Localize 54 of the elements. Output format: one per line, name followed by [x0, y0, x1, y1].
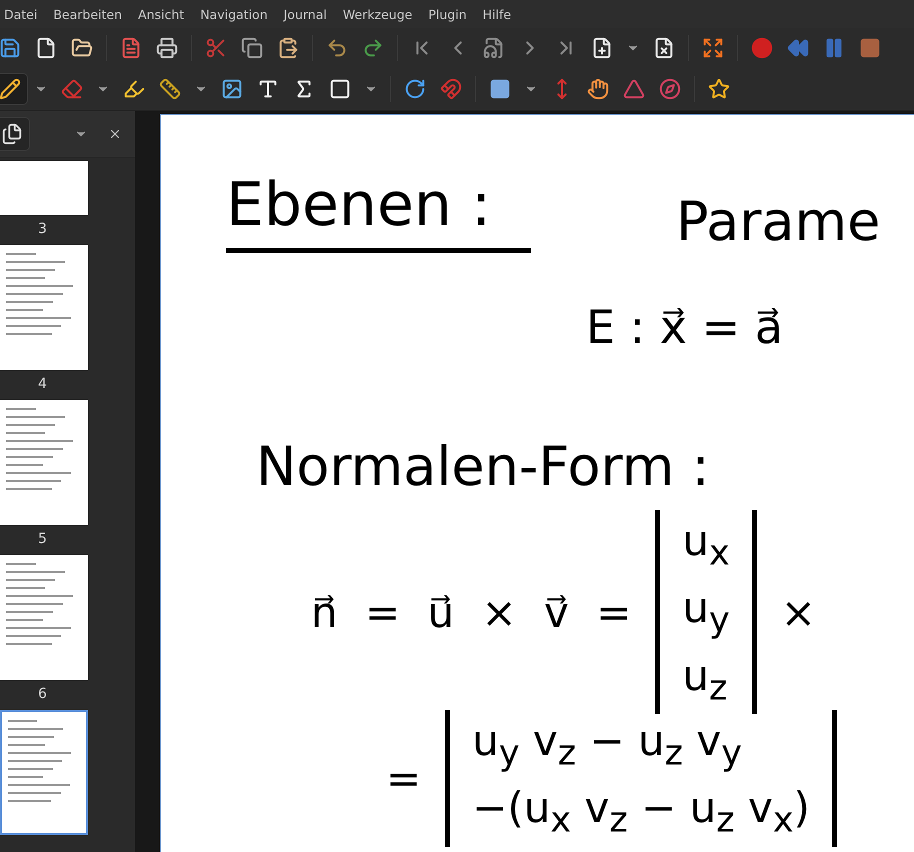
page-number: 3: [38, 221, 47, 237]
note-text: Normalen-Form :: [256, 435, 710, 498]
page-thumbnail[interactable]: [0, 161, 88, 215]
delete-page-icon[interactable]: [653, 37, 675, 59]
menu-item[interactable]: Werkzeuge: [334, 6, 420, 22]
rotate-icon[interactable]: [404, 78, 426, 100]
page-thumbnail[interactable]: [0, 555, 88, 680]
audio-page-icon[interactable]: [483, 37, 505, 59]
equation-text: ×: [780, 588, 816, 637]
note-text: Parame: [676, 190, 880, 253]
magnet-icon[interactable]: [440, 78, 462, 100]
note-text: E : x⃗ = a⃗: [586, 300, 784, 354]
eraser-icon[interactable]: [61, 78, 83, 100]
menu-item[interactable]: Plugin: [420, 6, 475, 22]
page-number: 5: [38, 531, 47, 547]
star-icon[interactable]: [708, 78, 730, 100]
menu-item[interactable]: Ansicht: [130, 6, 192, 22]
add-page-icon[interactable]: [591, 37, 613, 59]
record-icon[interactable]: [751, 37, 773, 59]
folder-icon[interactable]: [71, 37, 93, 59]
menu-item[interactable]: Bearbeiten: [45, 6, 130, 22]
text-tool-icon[interactable]: [257, 78, 279, 100]
printer-icon[interactable]: [156, 37, 178, 59]
equation-text: =: [386, 754, 422, 803]
note-heading: Ebenen :: [226, 170, 532, 253]
matrix: u$_{y}$ v$_{z}$ − u$_{z}$ v$_{y}$ −(u$_{x}$ v$_{z}$ − u$_{z}$ v$_{x}$): [445, 710, 837, 847]
cut-icon[interactable]: [205, 37, 227, 59]
menu-item[interactable]: Journal: [276, 6, 335, 22]
save-icon[interactable]: [0, 37, 21, 59]
paste-icon[interactable]: [277, 37, 299, 59]
fullscreen-icon[interactable]: [702, 37, 724, 59]
close-icon[interactable]: [108, 127, 122, 141]
page-number: 4: [38, 376, 47, 392]
undo-icon[interactable]: [326, 37, 348, 59]
page-thumbnail[interactable]: [0, 710, 88, 835]
compass-icon[interactable]: [659, 78, 681, 100]
copy-icon[interactable]: [241, 37, 263, 59]
page-thumbnail[interactable]: [0, 400, 88, 525]
page-preview-button[interactable]: [0, 117, 30, 151]
highlighter-icon[interactable]: [123, 78, 145, 100]
menu-item[interactable]: Datei: [0, 6, 46, 22]
shape-icon[interactable]: [329, 78, 351, 100]
new-page-icon[interactable]: [35, 37, 57, 59]
equation-text: n⃗ = u⃗ × v⃗ =: [311, 588, 632, 637]
rewind-icon[interactable]: [787, 37, 809, 59]
image-icon[interactable]: [221, 78, 243, 100]
pencil-button[interactable]: [0, 73, 28, 105]
hand-icon[interactable]: [587, 78, 609, 100]
page-thumbnail[interactable]: [0, 245, 88, 370]
menu-item[interactable]: Navigation: [192, 6, 276, 22]
redo-icon[interactable]: [362, 37, 384, 59]
menu-item[interactable]: Hilfe: [474, 6, 520, 22]
page-number: 6: [38, 686, 47, 702]
stop-icon[interactable]: [859, 37, 881, 59]
